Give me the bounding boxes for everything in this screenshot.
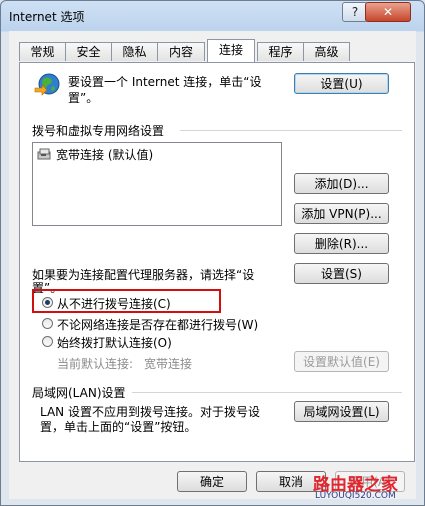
lan-heading: 局域网(LAN)设置 (32, 386, 126, 400)
lan-settings-button[interactable]: 局域网设置(L) (294, 401, 389, 422)
site-watermark: 路由器之家 LUYOUQI520.COM (313, 466, 423, 504)
dialog-body: 常规 安全 隐私 内容 连接 程序 高级 要设置一个 Internet 连接，单… (9, 31, 416, 499)
set-default-button[interactable]: 设置默认值(E) (294, 351, 389, 372)
proxy-text-line1: 如果要为连接配置代理服务器，请选择“设 (32, 268, 255, 282)
connections-listbox[interactable]: 宽带连接 (默认值) (32, 142, 282, 226)
setup-text-line1: 要设置一个 Internet 连接，单击“设 (68, 75, 262, 89)
dialup-heading: 拨号和虚拟专用网络设置 (32, 124, 165, 138)
tab-privacy[interactable]: 隐私 (111, 42, 158, 61)
tab-connections[interactable]: 连接 (207, 39, 255, 62)
default-connection-value: 宽带连接 (144, 357, 193, 371)
lan-text-line2: 置，单击上面的“设置”按钮。 (40, 420, 197, 434)
setup-text-line2: 置”。 (68, 91, 99, 105)
add-button[interactable]: 添加(D)... (294, 173, 389, 194)
close-button[interactable]: ✕ (365, 2, 411, 22)
title-bar[interactable]: Internet 选项 ? ✕ (1, 1, 424, 31)
broadband-connection-icon (37, 148, 51, 160)
list-item-label: 宽带连接 (默认值) (56, 148, 154, 162)
tab-security[interactable]: 安全 (65, 42, 112, 61)
tab-general[interactable]: 常规 (19, 42, 66, 61)
radio-never-dial[interactable] (42, 297, 53, 308)
tab-programs[interactable]: 程序 (257, 42, 304, 61)
tab-advanced[interactable]: 高级 (303, 42, 350, 61)
remove-button[interactable]: 删除(R)... (294, 233, 389, 254)
dialup-separator (180, 130, 402, 131)
internet-options-window: Internet 选项 ? ✕ 常规 安全 隐私 内容 连接 程序 高级 要设置… (0, 0, 425, 506)
tab-content[interactable]: 内容 (157, 42, 205, 61)
watermark-line2: LUYOUQI520.COM (315, 491, 396, 501)
settings-button[interactable]: 设置(S) (294, 263, 389, 284)
setup-button[interactable]: 设置(U) (294, 73, 389, 94)
lan-separator (132, 392, 402, 393)
connections-panel: 要设置一个 Internet 连接，单击“设 置”。 设置(U) 拨号和虚拟专用… (19, 62, 415, 462)
ok-button[interactable]: 确定 (177, 471, 247, 492)
radio-never-dial-label[interactable]: 从不进行拨号连接(C) (57, 295, 171, 312)
radio-always-dial-whenever[interactable] (42, 318, 53, 329)
radio-dial-default[interactable] (42, 336, 53, 347)
window-title: Internet 选项 (9, 10, 85, 24)
radio-always-dial-whenever-label[interactable]: 不论网络连接是否存在都进行拨号(W) (57, 316, 258, 333)
add-vpn-button[interactable]: 添加 VPN(P)... (294, 203, 389, 224)
radio-dial-default-label[interactable]: 始终拨打默认连接(O) (57, 334, 172, 351)
globe-icon (34, 73, 60, 96)
default-connection-label: 当前默认连接: (57, 357, 134, 371)
